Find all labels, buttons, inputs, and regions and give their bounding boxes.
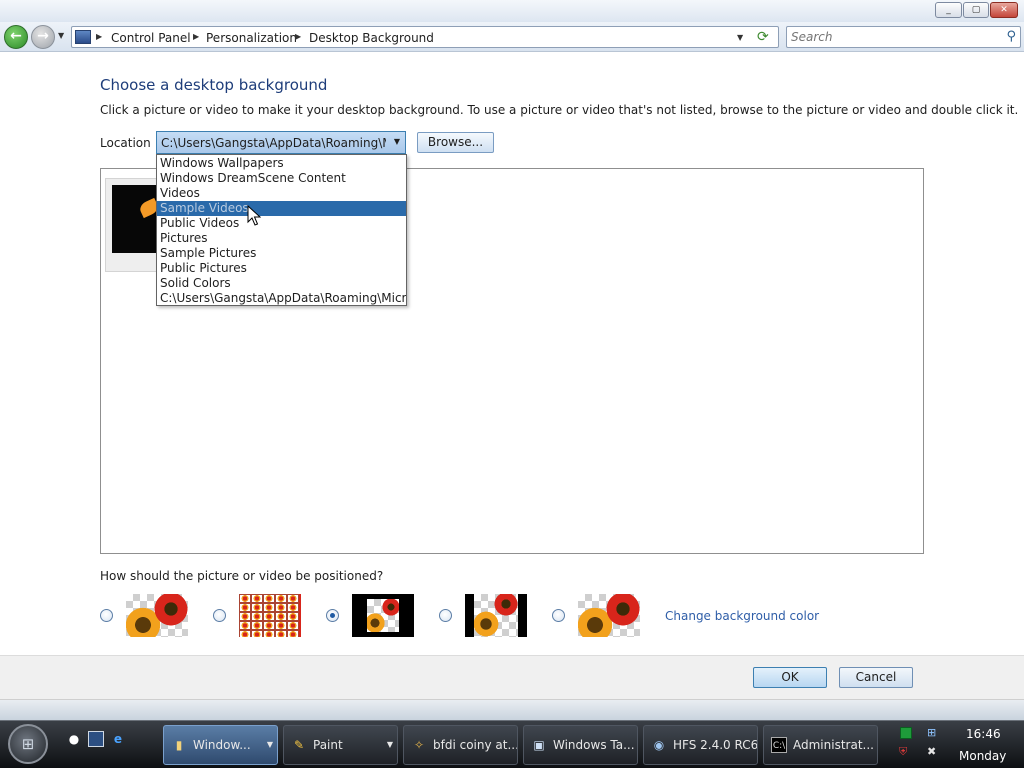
- maximize-button[interactable]: ▢: [963, 2, 989, 18]
- search-icon[interactable]: ⚲: [1006, 29, 1016, 44]
- search-box[interactable]: ⚲: [786, 26, 1021, 48]
- position-center-preview[interactable]: [352, 594, 414, 637]
- volume-muted-icon[interactable]: ✖: [927, 745, 936, 758]
- taskbar-button-label: HFS 2.4.0 RC6: [673, 738, 758, 752]
- taskbar-button-windows[interactable]: ▮ Window... ▼: [163, 725, 278, 765]
- window-title-bar: _ ▢ ✕: [0, 0, 1024, 22]
- window-bottom-frame: [0, 700, 1024, 720]
- position-radio-stretch[interactable]: [552, 609, 565, 622]
- position-fill-preview[interactable]: [126, 594, 188, 637]
- location-dropdown[interactable]: C:\Users\Gangsta\AppData\Roaming\Micr ▼: [156, 131, 406, 154]
- ok-button[interactable]: OK: [753, 667, 827, 688]
- position-tile-preview[interactable]: [239, 594, 301, 637]
- folder-icon: ▮: [175, 738, 183, 752]
- dropdown-option-highlighted[interactable]: Sample Videos: [157, 201, 406, 216]
- position-fit-preview[interactable]: [465, 594, 527, 637]
- show-desktop-icon[interactable]: ●: [66, 731, 82, 747]
- security-shield-icon[interactable]: ⛨: [899, 745, 907, 759]
- page-title: Choose a desktop background: [100, 76, 328, 94]
- location-value: C:\Users\Gangsta\AppData\Roaming\Micr: [161, 136, 386, 150]
- cmd-icon: C:\: [771, 737, 787, 753]
- tray-status-icon[interactable]: [900, 727, 912, 739]
- dropdown-option[interactable]: Windows DreamScene Content: [157, 171, 406, 186]
- task-manager-icon: ▣: [533, 738, 545, 752]
- hfs-icon: ◉: [653, 738, 665, 752]
- taskbar-button-task-manager[interactable]: ▣ Windows Ta...: [523, 725, 638, 765]
- dropdown-option[interactable]: Solid Colors: [157, 276, 406, 291]
- position-radio-tile[interactable]: [213, 609, 226, 622]
- breadcrumb-arrow-icon[interactable]: ▶: [295, 32, 301, 41]
- search-input[interactable]: [791, 30, 991, 44]
- refresh-icon[interactable]: ⟳: [757, 29, 769, 45]
- change-background-color-link[interactable]: Change background color: [665, 609, 819, 623]
- dropdown-option[interactable]: Videos: [157, 186, 406, 201]
- location-label: Location: [100, 136, 151, 150]
- taskbar-button-paint[interactable]: ✎ Paint ▼: [283, 725, 398, 765]
- internet-explorer-icon[interactable]: e: [110, 731, 126, 747]
- dropdown-option[interactable]: Public Pictures: [157, 261, 406, 276]
- taskbar-button-label: Paint: [313, 738, 343, 752]
- taskbar-button-label: Administrat...: [793, 738, 874, 752]
- position-radio-center[interactable]: [326, 609, 339, 622]
- forward-button[interactable]: →: [31, 25, 55, 49]
- address-bar[interactable]: ▶ Control Panel ▶ Personalization ▶ Desk…: [71, 26, 779, 48]
- clock-time[interactable]: 16:46: [966, 727, 1001, 741]
- network-icon[interactable]: ⊞: [927, 726, 936, 739]
- dropdown-option[interactable]: Sample Pictures: [157, 246, 406, 261]
- position-stretch-preview[interactable]: [578, 594, 640, 637]
- breadcrumb-personalization[interactable]: Personalization: [206, 31, 297, 45]
- position-question: How should the picture or video be posit…: [100, 569, 384, 583]
- recent-pages-dropdown-icon[interactable]: ▼: [58, 31, 64, 40]
- control-panel-icon: [75, 30, 91, 44]
- breadcrumb-arrow-icon[interactable]: ▶: [96, 32, 102, 41]
- taskbar-button-cmd[interactable]: C:\ Administrat...: [763, 725, 878, 765]
- bfdi-icon: ✧: [413, 738, 425, 752]
- clock-day[interactable]: Monday: [959, 749, 1006, 763]
- mouse-cursor-icon: [247, 205, 261, 226]
- taskbar-button-label: Window...: [193, 738, 251, 752]
- location-dropdown-list[interactable]: Windows Wallpapers Windows DreamScene Co…: [156, 154, 407, 306]
- cancel-button[interactable]: Cancel: [839, 667, 913, 688]
- paint-icon: ✎: [293, 738, 305, 752]
- taskbar-button-bfdi[interactable]: ✧ bfdi coiny at...: [403, 725, 518, 765]
- taskbar-button-label: Windows Ta...: [553, 738, 635, 752]
- switch-windows-icon[interactable]: [88, 731, 104, 747]
- instructions-text: Click a picture or video to make it your…: [100, 103, 1019, 117]
- position-radio-fit[interactable]: [439, 609, 452, 622]
- navigation-bar: ← → ▼ ▶ Control Panel ▶ Personalization …: [0, 22, 1024, 52]
- start-button[interactable]: ⊞: [8, 724, 48, 764]
- back-button[interactable]: ←: [4, 25, 28, 49]
- address-history-dropdown-icon[interactable]: ▼: [737, 33, 743, 42]
- close-button[interactable]: ✕: [990, 2, 1018, 18]
- dropdown-option[interactable]: Public Videos: [157, 216, 406, 231]
- dropdown-option[interactable]: Pictures: [157, 231, 406, 246]
- chevron-down-icon[interactable]: ▼: [387, 740, 393, 749]
- chevron-down-icon[interactable]: ▼: [394, 137, 400, 146]
- breadcrumb-control-panel[interactable]: Control Panel: [111, 31, 191, 45]
- background-thumbnail-image[interactable]: [112, 185, 160, 253]
- position-radio-fill[interactable]: [100, 609, 113, 622]
- chevron-down-icon[interactable]: ▼: [267, 740, 273, 749]
- taskbar-button-label: bfdi coiny at...: [433, 738, 518, 752]
- breadcrumb-arrow-icon[interactable]: ▶: [193, 32, 199, 41]
- taskbar-button-hfs[interactable]: ◉ HFS 2.4.0 RC6: [643, 725, 758, 765]
- minimize-button[interactable]: _: [935, 2, 962, 18]
- breadcrumb-desktop-background[interactable]: Desktop Background: [309, 31, 434, 45]
- browse-button[interactable]: Browse...: [417, 132, 494, 153]
- dropdown-option[interactable]: C:\Users\Gangsta\AppData\Roaming\Microso…: [157, 291, 406, 305]
- dropdown-option[interactable]: Windows Wallpapers: [157, 156, 406, 171]
